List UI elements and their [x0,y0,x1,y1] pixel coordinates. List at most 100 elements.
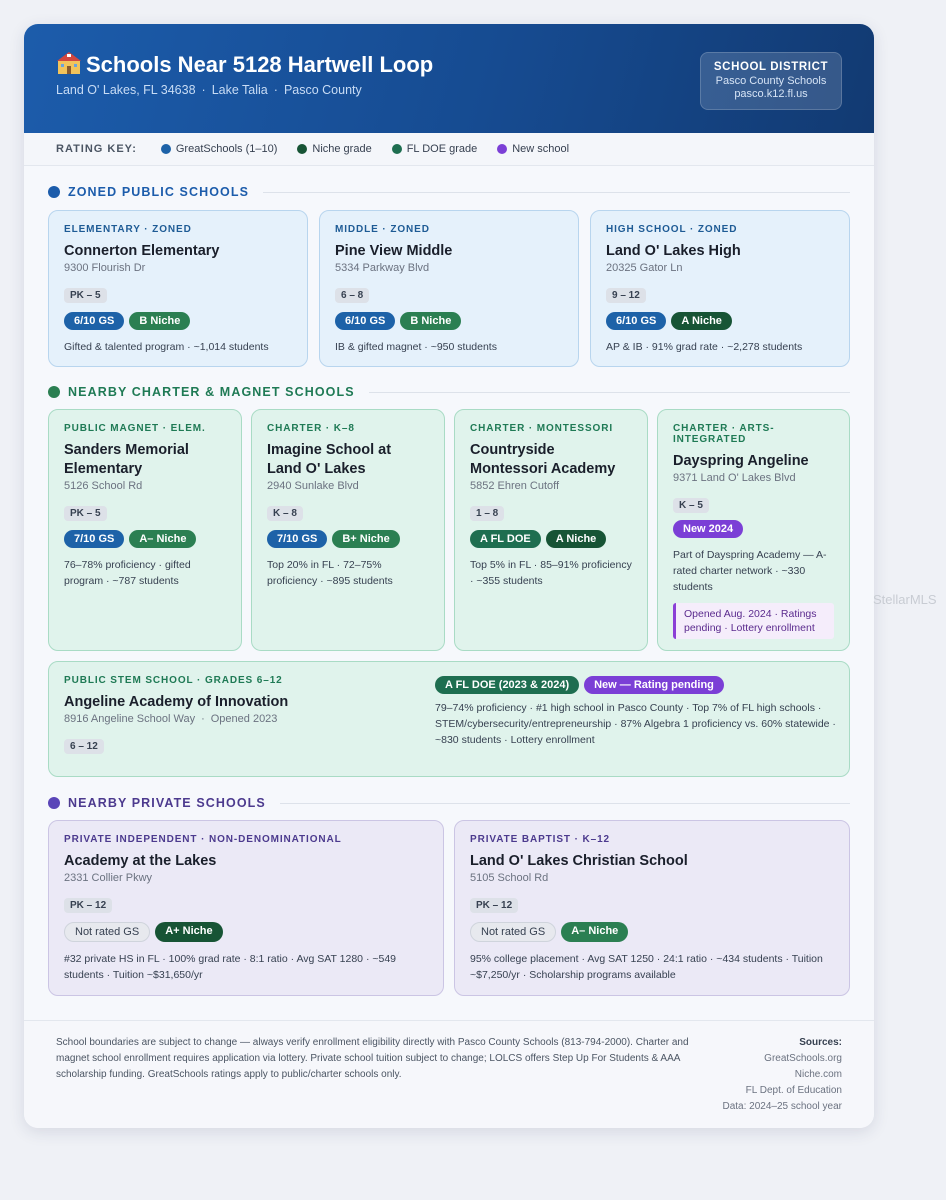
school-building-icon [57,52,81,74]
school-name: Land O' Lakes Christian School [470,853,688,869]
school-description: IB & gifted magnet · ~950 students [335,341,497,353]
location-community: Lake Talia [211,83,268,97]
school-card-lol-christian[interactable]: PRIVATE BAPTIST · K–12 Land O' Lakes Chr… [454,820,850,996]
grade-range: PK – 5 [64,288,107,303]
school-description: AP & IB · 91% grad rate · ~2,278 student… [606,341,803,353]
district-label: SCHOOL DISTRICT [713,61,829,73]
school-address: 2940 Sunlake Blvd [267,480,359,492]
fl-doe-badge: A FL DOE [470,530,541,548]
school-card-dayspring-angeline[interactable]: CHARTER · ARTS-INTEGRATED Dayspring Ange… [657,409,850,651]
rating-key-text: FL DOE grade [406,143,478,155]
fl-doe-badge: A FL DOE (2023 & 2024) [435,676,580,694]
school-name: Sanders Memorial Elementary [64,442,189,477]
school-address: 8916 Angeline School Way [64,713,196,725]
divider [263,191,850,193]
niche-badge: A+ Niche [155,922,223,942]
school-card-imagine-school[interactable]: CHARTER · K–8 Imagine School at Land O' … [251,409,445,651]
ratings: A FL DOE A Niche [470,530,632,548]
grade-range: 6 – 8 [335,288,370,303]
new-school-badge: New 2024 [673,520,744,538]
school-tag: PRIVATE INDEPENDENT · NON-DENOMINATIONAL [64,834,342,845]
niche-badge: B+ Niche [332,530,400,548]
school-name: Angeline Academy of Innovation [64,694,289,710]
school-address: 9371 Land O' Lakes Blvd [673,472,796,484]
ratings: A FL DOE (2023 & 2024) New — Rating pendi… [435,676,837,694]
school-address: 2331 Collier Pkwy [64,872,153,884]
grade-range: K – 5 [673,498,709,513]
school-card-countryside-montessori[interactable]: CHARTER · MONTESSORI Countryside Montess… [454,409,648,651]
section-charter-header: NEARBY CHARTER & MAGNET SCHOOLS [48,384,850,400]
rating-key-text: New school [512,143,570,155]
rating-key-text: Niche grade [312,143,372,155]
separator: · [273,83,278,97]
school-tag: PUBLIC MAGNET · ELEM. [64,423,206,434]
rating-key-text: GreatSchools (1–10) [175,143,278,155]
school-description: 79–74% proficiency · #1 high school in P… [435,702,836,746]
school-tag: PUBLIC STEM SCHOOL · GRADES 6–12 [64,675,283,686]
rating-key-item: FL DOE grade [391,143,478,155]
header: Schools Near 5128 Hartwell Loop Land O' … [24,24,874,133]
page-title: Schools Near 5128 Hartwell Loop [56,51,433,78]
divider [368,391,850,393]
school-description: 76–78% proficiency · gifted program · ~7… [64,559,191,587]
rating-key-label: RATING KEY: [56,143,137,155]
source-item[interactable]: Niche.com [722,1067,842,1083]
dot-icon [497,144,508,154]
school-address: 20325 Gator Ln [606,262,683,274]
school-address: 9300 Flourish Dr [64,262,146,274]
greatschools-badge: Not rated GS [470,922,557,942]
school-description: #32 private HS in FL · 100% grad rate · … [64,953,397,981]
ratings: Not rated GS A– Niche [470,922,834,942]
sources-label: Sources: [799,1037,842,1048]
school-name: Connerton Elementary [64,243,220,259]
school-card-land-o-lakes-high[interactable]: HIGH SCHOOL · ZONED Land O' Lakes High 2… [590,210,850,367]
school-card-angeline-academy[interactable]: PUBLIC STEM SCHOOL · GRADES 6–12 Angelin… [48,661,850,777]
school-name: Land O' Lakes High [606,243,741,259]
school-name: Imagine School at Land O' Lakes [267,442,392,477]
greatschools-badge: 7/10 GS [267,530,328,548]
school-name: Pine View Middle [335,243,453,259]
school-description: 95% college placement · Avg SAT 1250 · 2… [470,953,823,981]
niche-badge: A– Niche [561,922,629,942]
greatschools-badge: 6/10 GS [606,312,667,330]
section-title: ZONED PUBLIC SCHOOLS [68,185,250,199]
dot-icon [48,186,60,198]
grade-range: 1 – 8 [470,506,505,521]
grade-range: 6 – 12 [64,739,104,754]
ratings: 6/10 GS A Niche [606,312,834,330]
footer: School boundaries are subject to change … [24,1020,874,1128]
source-item: FL Dept. of Education [745,1085,842,1096]
school-address: 5105 School Rd [470,872,549,884]
ratings: New 2024 [673,520,834,538]
niche-badge: A Niche [545,530,607,548]
school-card-sanders-memorial[interactable]: PUBLIC MAGNET · ELEM. Sanders Memorial E… [48,409,242,651]
grade-range: K – 8 [267,506,303,521]
niche-badge: B Niche [129,312,191,330]
ratings: 6/10 GS B Niche [64,312,292,330]
district-badge: SCHOOL DISTRICT Pasco County Schools pas… [700,52,842,110]
section-private-header: NEARBY PRIVATE SCHOOLS [48,795,850,811]
source-item[interactable]: GreatSchools.org [722,1051,842,1067]
school-tag: CHARTER · MONTESSORI [470,423,613,434]
ratings: 6/10 GS B Niche [335,312,563,330]
location-line: Land O' Lakes, FL 34638 · Lake Talia · Pasco… [56,83,362,97]
school-tag: MIDDLE · ZONED [335,224,430,235]
school-description: Top 20% in FL · 72–75% proficiency · ~89… [267,559,393,587]
greatschools-badge: 6/10 GS [64,312,125,330]
dot-icon [160,144,171,154]
sources: Sources: GreatSchools.org Niche.com FL D… [722,1035,842,1115]
niche-badge: B Niche [400,312,462,330]
school-name: Dayspring Angeline [673,453,809,469]
ratings: 7/10 GS B+ Niche [267,530,429,548]
greatschools-badge: 6/10 GS [335,312,396,330]
greatschools-badge: Not rated GS [64,922,151,942]
dot-icon [48,797,60,809]
district-name: Pasco County Schools [715,75,827,87]
school-card-pine-view[interactable]: MIDDLE · ZONED Pine View Middle 5334 Par… [319,210,579,367]
dot-icon [391,144,402,154]
school-note: Opened Aug. 2024 · Ratings pending · Lot… [673,603,834,639]
rating-key: RATING KEY: GreatSchools (1–10) Niche gr… [24,133,874,166]
school-card-academy-at-the-lakes[interactable]: PRIVATE INDEPENDENT · NON-DENOMINATIONAL… [48,820,444,996]
school-card-connerton[interactable]: ELEMENTARY · ZONED Connerton Elementary … [48,210,308,367]
school-name: Academy at the Lakes [64,853,217,869]
